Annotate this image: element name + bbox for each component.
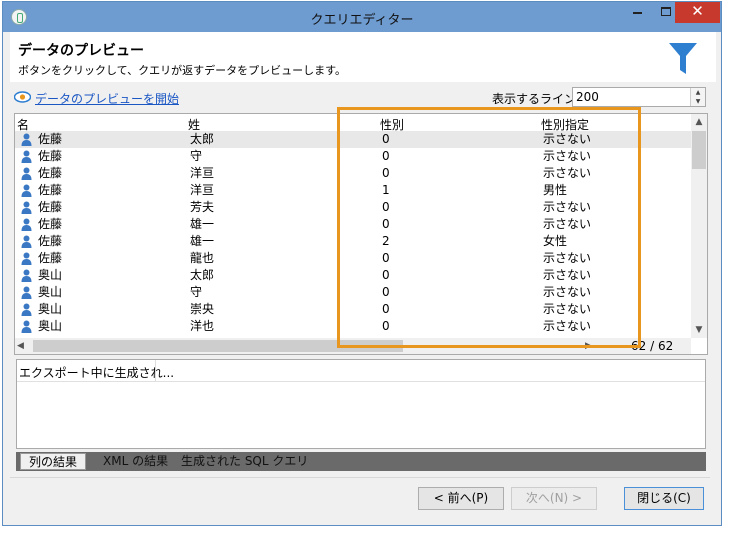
cell-last-name: 洋亘 — [190, 183, 215, 197]
title-bar[interactable]: クエリエディター ✕ — [3, 2, 721, 32]
previous-button[interactable]: < 前へ(P) — [418, 487, 504, 510]
cell-first-name: 佐藤 — [38, 200, 63, 214]
person-icon — [21, 252, 32, 265]
person-icon — [21, 133, 32, 146]
cell-first-name: 佐藤 — [38, 149, 63, 163]
person-icon — [21, 184, 32, 197]
person-icon — [21, 303, 32, 316]
cell-last-name: 太郎 — [190, 132, 215, 146]
person-icon — [21, 235, 32, 248]
page-title: データのプレビュー — [18, 43, 144, 59]
next-button[interactable]: 次へ(N) > — [511, 487, 597, 510]
cell-first-name: 佐藤 — [38, 183, 63, 197]
tab-column-results[interactable]: 列の結果 — [20, 453, 87, 470]
vertical-scroll-thumb[interactable] — [692, 131, 706, 169]
cell-first-name: 佐藤 — [38, 234, 63, 248]
tab-generated-sql[interactable]: 生成された SQL クエリ — [173, 453, 316, 470]
cell-last-name: 守 — [190, 149, 203, 163]
export-header: エクスポート中に生成され... — [17, 360, 705, 382]
export-status-text: エクスポート中に生成され... — [19, 366, 175, 380]
person-icon — [21, 201, 32, 214]
result-tabs: 列の結果 XML の結果 生成された SQL クエリ — [16, 452, 706, 471]
highlight-box — [337, 107, 641, 348]
cell-first-name: 奥山 — [38, 302, 63, 316]
cell-last-name: 太郎 — [190, 268, 215, 282]
cell-first-name: 奥山 — [38, 268, 63, 282]
cell-first-name: 佐藤 — [38, 132, 63, 146]
spinner-up-icon[interactable]: ▲ — [691, 88, 705, 97]
page-header: データのプレビュー ボタンをクリックして、クエリが返すデータをプレビューします。 — [10, 32, 716, 82]
tab-xml-results[interactable]: XML の結果 — [95, 453, 176, 470]
scroll-down-icon[interactable]: ▼ — [691, 322, 707, 338]
lines-input[interactable]: 200 — [572, 87, 706, 107]
minimize-button[interactable] — [624, 2, 651, 23]
person-icon — [21, 286, 32, 299]
maximize-icon — [660, 7, 671, 16]
spinner-down-icon[interactable]: ▼ — [691, 97, 705, 106]
vertical-scrollbar[interactable]: ▲ ▼ — [691, 114, 707, 338]
eye-icon — [14, 91, 31, 103]
cell-last-name: 洋也 — [190, 319, 215, 333]
scroll-left-icon[interactable]: ◀ — [17, 338, 33, 354]
cell-last-name: 龍也 — [190, 251, 215, 265]
scroll-up-icon[interactable]: ▲ — [691, 114, 707, 130]
cell-last-name: 芳夫 — [190, 200, 215, 214]
page-subtitle: ボタンをクリックして、クエリが返すデータをプレビューします。 — [18, 64, 347, 77]
cell-last-name: 洋亘 — [190, 166, 215, 180]
cell-first-name: 佐藤 — [38, 217, 63, 231]
cell-first-name: 佐藤 — [38, 251, 63, 265]
person-icon — [21, 167, 32, 180]
lines-spinner[interactable]: ▲ ▼ — [690, 88, 705, 106]
footer-divider — [10, 477, 710, 478]
close-window-button[interactable]: ✕ — [675, 2, 720, 23]
minimize-icon — [633, 12, 642, 14]
export-panel: エクスポート中に生成され... — [16, 359, 706, 449]
export-divider — [155, 360, 156, 381]
cell-last-name: 守 — [190, 285, 203, 299]
person-icon — [21, 150, 32, 163]
cell-first-name: 佐藤 — [38, 166, 63, 180]
person-icon — [21, 320, 32, 333]
cell-last-name: 雄一 — [190, 217, 215, 231]
cell-last-name: 崇央 — [190, 302, 215, 316]
lines-label: 表示するライン: — [492, 92, 581, 106]
cell-last-name: 雄一 — [190, 234, 215, 248]
window-title: クエリエディター — [310, 13, 414, 28]
person-icon — [21, 269, 32, 282]
close-button[interactable]: 閉じる(C) — [624, 487, 704, 510]
filter-icon — [669, 43, 697, 74]
start-preview-link[interactable]: データのプレビューを開始 — [35, 90, 179, 107]
cell-first-name: 奥山 — [38, 285, 63, 299]
cell-first-name: 奥山 — [38, 319, 63, 333]
person-icon — [21, 218, 32, 231]
